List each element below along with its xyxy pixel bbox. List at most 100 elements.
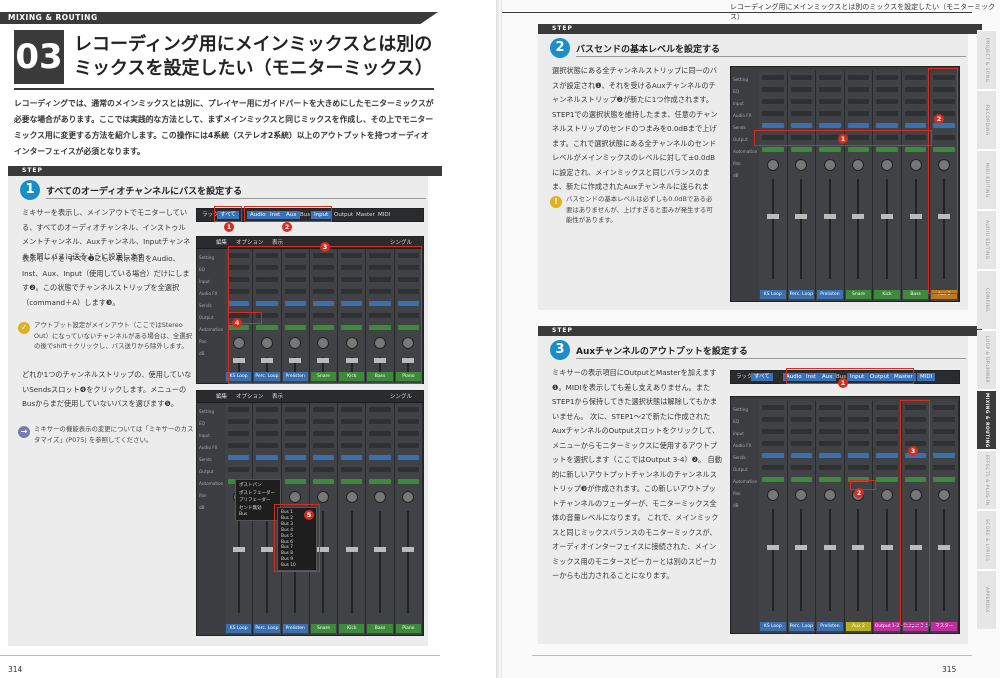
bus-menu-item[interactable]: Bus 3 (281, 522, 293, 527)
strip-slot[interactable] (762, 75, 784, 80)
strip-slot[interactable] (397, 325, 419, 330)
strip-slot[interactable] (284, 289, 306, 294)
menu-view-2[interactable]: 表示 (269, 393, 286, 401)
channel-strip[interactable]: Aux 2 (844, 401, 874, 633)
strip-slot[interactable] (397, 455, 419, 460)
strip-slot[interactable] (397, 443, 419, 448)
fader-handle[interactable] (317, 358, 330, 364)
strip-slot[interactable] (819, 75, 841, 80)
strip-slot[interactable] (904, 477, 927, 482)
strip-slot[interactable] (369, 265, 391, 270)
filter-midi-2[interactable]: MIDI (917, 373, 936, 381)
strip-slot[interactable] (284, 301, 306, 306)
strip-slot[interactable] (847, 87, 870, 92)
strip-slot[interactable] (762, 417, 784, 422)
strip-slot[interactable] (762, 135, 784, 140)
side-tab[interactable]: SCORE & LYRICS (977, 510, 996, 569)
fader-handle[interactable] (823, 544, 836, 550)
channel-strip[interactable]: Kick (873, 71, 902, 301)
pan-knob[interactable] (766, 159, 779, 171)
strip-slot[interactable] (904, 111, 927, 116)
side-tab[interactable]: AUDIO EDITING (977, 210, 996, 269)
strip-slot[interactable] (762, 147, 784, 152)
strip-slot[interactable] (228, 419, 250, 424)
strip-slot[interactable] (790, 99, 813, 104)
pan-knob[interactable] (289, 491, 302, 503)
channel-strip[interactable]: Prelisten (816, 71, 845, 301)
strip-slot[interactable] (341, 443, 363, 448)
strip-slot[interactable] (397, 301, 419, 306)
fader-handle[interactable] (852, 544, 865, 550)
strip-slot[interactable] (341, 253, 363, 258)
bus-menu-item[interactable]: Bus 4 (281, 528, 293, 533)
channel-strip[interactable]: Bass (901, 71, 931, 301)
strip-slot[interactable] (876, 453, 898, 458)
strip-slot[interactable] (312, 467, 335, 472)
strip-slot[interactable] (847, 405, 870, 410)
channel-strip[interactable]: Kick (338, 249, 367, 383)
filter-audio[interactable]: Audio (247, 211, 269, 219)
send-menu-item[interactable]: センド無効 (239, 505, 262, 511)
strip-slot[interactable] (847, 429, 870, 434)
strip-slot[interactable] (847, 111, 870, 116)
strip-slot[interactable] (256, 419, 278, 424)
strip-slot[interactable] (847, 99, 870, 104)
channel-strip[interactable]: Piano (394, 403, 423, 635)
strip-slot[interactable] (284, 265, 306, 270)
strip-slot[interactable] (847, 417, 870, 422)
strip-slot[interactable] (904, 99, 927, 104)
fader-handle[interactable] (766, 544, 779, 550)
pan-knob[interactable] (345, 491, 358, 503)
strip-slot[interactable] (933, 147, 955, 152)
strip-slot[interactable] (819, 405, 841, 410)
strip-slot[interactable] (904, 441, 927, 446)
side-tab[interactable]: APPENDIX (977, 570, 996, 629)
strip-slot[interactable] (369, 301, 391, 306)
pan-knob[interactable] (823, 489, 836, 501)
strip-slot[interactable] (876, 135, 898, 140)
strip-slot[interactable] (256, 431, 278, 436)
pan-knob[interactable] (260, 337, 273, 349)
strip-slot[interactable] (284, 431, 306, 436)
fader-handle[interactable] (938, 214, 951, 219)
channel-strip[interactable]: Perc. Loop (787, 401, 817, 633)
channel-strip[interactable]: Bass (366, 403, 395, 635)
strip-slot[interactable] (876, 147, 898, 152)
menu-single-2[interactable]: シングル (387, 393, 415, 401)
strip-slot[interactable] (762, 99, 784, 104)
strip-slot[interactable] (256, 313, 278, 318)
strip-slot[interactable] (369, 455, 391, 460)
strip-slot[interactable] (876, 465, 898, 470)
strip-slot[interactable] (312, 313, 335, 318)
strip-slot[interactable] (341, 431, 363, 436)
strip-slot[interactable] (228, 431, 250, 436)
strip-slot[interactable] (256, 265, 278, 270)
strip-slot[interactable] (369, 467, 391, 472)
strip-slot[interactable] (847, 465, 870, 470)
strip-slot[interactable] (819, 111, 841, 116)
strip-slot[interactable] (790, 453, 813, 458)
strip-slot[interactable] (904, 123, 927, 128)
side-tab[interactable]: MIDI EDITING (977, 150, 996, 209)
strip-slot[interactable] (819, 417, 841, 422)
strip-slot[interactable] (228, 313, 250, 318)
strip-slot[interactable] (790, 135, 813, 140)
strip-slot[interactable] (933, 75, 955, 80)
strip-slot[interactable] (228, 253, 250, 258)
fader-handle[interactable] (260, 358, 273, 364)
filter-inst-2[interactable]: Inst (803, 373, 820, 381)
pan-knob[interactable] (232, 337, 245, 349)
strip-slot[interactable] (369, 289, 391, 294)
strip-slot[interactable] (312, 479, 335, 484)
strip-slot[interactable] (284, 479, 306, 484)
strip-slot[interactable] (397, 407, 419, 412)
channel-strip[interactable]: Prelisten (816, 401, 845, 633)
channel-strip[interactable]: KS Loop (759, 401, 788, 633)
strip-slot[interactable] (876, 123, 898, 128)
pan-knob[interactable] (881, 159, 894, 171)
strip-slot[interactable] (819, 453, 841, 458)
pan-knob[interactable] (402, 491, 415, 503)
pan-knob[interactable] (938, 489, 951, 501)
strip-slot[interactable] (819, 429, 841, 434)
pan-knob[interactable] (909, 159, 922, 171)
